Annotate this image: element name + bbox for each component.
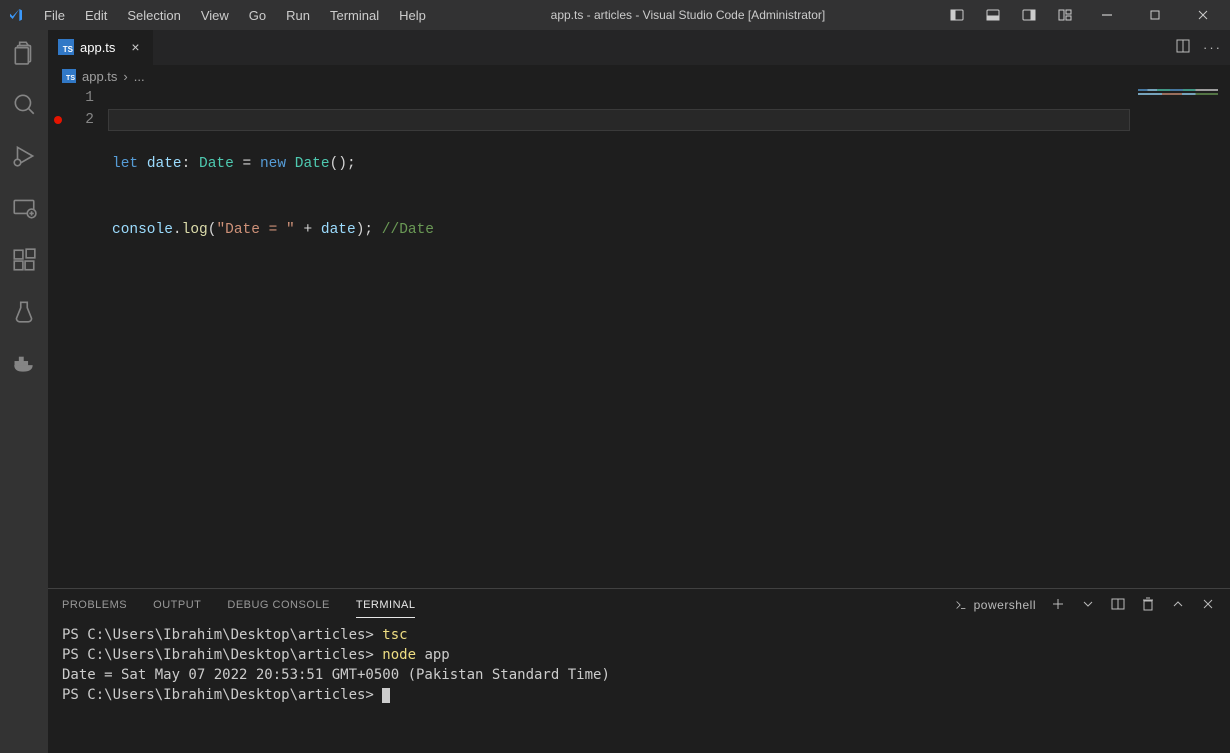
menu-view[interactable]: View <box>191 4 239 27</box>
line-number: 1 <box>48 87 94 109</box>
maximize-panel-icon[interactable] <box>1170 596 1186 615</box>
extensions-icon[interactable] <box>10 246 38 274</box>
search-icon[interactable] <box>10 90 38 118</box>
terminal-command: tsc <box>382 627 407 643</box>
token-variable: date <box>147 156 182 172</box>
menu-selection[interactable]: Selection <box>117 4 190 27</box>
layout-panel-icon[interactable] <box>976 0 1010 30</box>
more-actions-icon[interactable]: ··· <box>1203 40 1222 55</box>
minimap[interactable] <box>1130 87 1230 588</box>
breadcrumb-separator-icon: › <box>123 69 127 84</box>
tab-label: app.ts <box>80 40 115 55</box>
panel-tabs: PROBLEMS OUTPUT DEBUG CONSOLE TERMINAL p… <box>48 589 1230 621</box>
menu-help[interactable]: Help <box>389 4 436 27</box>
new-terminal-icon[interactable] <box>1050 596 1066 615</box>
token-type: Date <box>295 156 330 172</box>
code-area[interactable]: let date: Date = new Date(); console.log… <box>112 87 1130 588</box>
terminal-output[interactable]: PS C:\Users\Ibrahim\Desktop\articles> ts… <box>48 621 1230 753</box>
bottom-panel: PROBLEMS OUTPUT DEBUG CONSOLE TERMINAL p… <box>48 588 1230 753</box>
window-close-icon[interactable] <box>1180 0 1226 30</box>
token-keyword: let <box>112 156 138 172</box>
tab-app-ts[interactable]: TS app.ts × <box>48 30 153 65</box>
window-title: app.ts - articles - Visual Studio Code [… <box>436 8 940 22</box>
testing-icon[interactable] <box>10 298 38 326</box>
panel-tab-problems[interactable]: PROBLEMS <box>62 593 127 617</box>
token-type: Date <box>199 156 234 172</box>
kill-terminal-icon[interactable] <box>1140 596 1156 615</box>
token-string: "Date = " <box>216 222 294 238</box>
token-op: (); <box>330 156 356 172</box>
menu-file[interactable]: File <box>34 4 75 27</box>
activity-bar <box>0 30 48 753</box>
token-op: + <box>295 222 321 238</box>
terminal-prompt: PS C:\Users\Ibrahim\Desktop\articles> <box>62 687 382 703</box>
window-maximize-icon[interactable] <box>1132 0 1178 30</box>
typescript-file-icon: TS <box>58 39 74 55</box>
menu-run[interactable]: Run <box>276 4 320 27</box>
editor-actions: ··· <box>1175 30 1230 65</box>
terminal-prompt: PS C:\Users\Ibrahim\Desktop\articles> <box>62 627 382 643</box>
tab-close-icon[interactable]: × <box>127 39 143 55</box>
terminal-dropdown-icon[interactable] <box>1080 596 1096 615</box>
shell-name: powershell <box>974 598 1036 612</box>
menu-edit[interactable]: Edit <box>75 4 117 27</box>
panel-actions: powershell <box>954 596 1216 615</box>
editor-tabs: TS app.ts × ··· <box>48 30 1230 65</box>
line-gutter: 1 2 <box>48 87 112 588</box>
menu-terminal[interactable]: Terminal <box>320 4 389 27</box>
explorer-icon[interactable] <box>10 38 38 66</box>
breakpoint-icon[interactable] <box>54 116 62 124</box>
panel-tab-terminal[interactable]: TERMINAL <box>356 593 416 618</box>
layout-sidebar-left-icon[interactable] <box>940 0 974 30</box>
breadcrumb-tail: ... <box>134 69 145 84</box>
remote-explorer-icon[interactable] <box>10 194 38 222</box>
breadcrumb-file: app.ts <box>82 69 117 84</box>
menu-go[interactable]: Go <box>239 4 276 27</box>
token-function: log <box>182 222 208 238</box>
typescript-file-icon: TS <box>62 69 76 83</box>
terminal-line: Date = Sat May 07 2022 20:53:51 GMT+0500… <box>62 667 610 683</box>
token-op: = <box>234 156 260 172</box>
close-panel-icon[interactable] <box>1200 596 1216 615</box>
editor-group: TS app.ts × ··· TS app.ts › ... 1 2 <box>48 30 1230 753</box>
breadcrumb[interactable]: TS app.ts › ... <box>48 65 1230 87</box>
terminal-prompt: PS C:\Users\Ibrahim\Desktop\articles> <box>62 647 382 663</box>
layout-sidebar-right-icon[interactable] <box>1012 0 1046 30</box>
terminal-command: node <box>382 647 416 663</box>
terminal-arg: app <box>416 647 450 663</box>
token-comment: //Date <box>382 222 434 238</box>
split-terminal-icon[interactable] <box>1110 596 1126 615</box>
token-keyword: new <box>260 156 286 172</box>
title-bar: File Edit Selection View Go Run Terminal… <box>0 0 1230 30</box>
token-op: ); <box>356 222 382 238</box>
titlebar-actions <box>940 0 1230 30</box>
customize-layout-icon[interactable] <box>1048 0 1082 30</box>
terminal-shell-indicator[interactable]: powershell <box>954 598 1036 612</box>
vscode-logo-icon <box>8 7 24 23</box>
split-editor-icon[interactable] <box>1175 38 1191 57</box>
panel-tab-output[interactable]: OUTPUT <box>153 593 201 617</box>
token-variable: console <box>112 222 173 238</box>
token-op: . <box>173 222 182 238</box>
docker-icon[interactable] <box>10 350 38 378</box>
token-op: : <box>182 156 191 172</box>
panel-tab-debug-console[interactable]: DEBUG CONSOLE <box>227 593 329 617</box>
run-debug-icon[interactable] <box>10 142 38 170</box>
main-menu: File Edit Selection View Go Run Terminal… <box>34 4 436 27</box>
window-minimize-icon[interactable] <box>1084 0 1130 30</box>
code-editor[interactable]: 1 2 let date: Date = new Date(); console… <box>48 87 1230 588</box>
terminal-cursor <box>382 688 390 703</box>
token-variable: date <box>321 222 356 238</box>
